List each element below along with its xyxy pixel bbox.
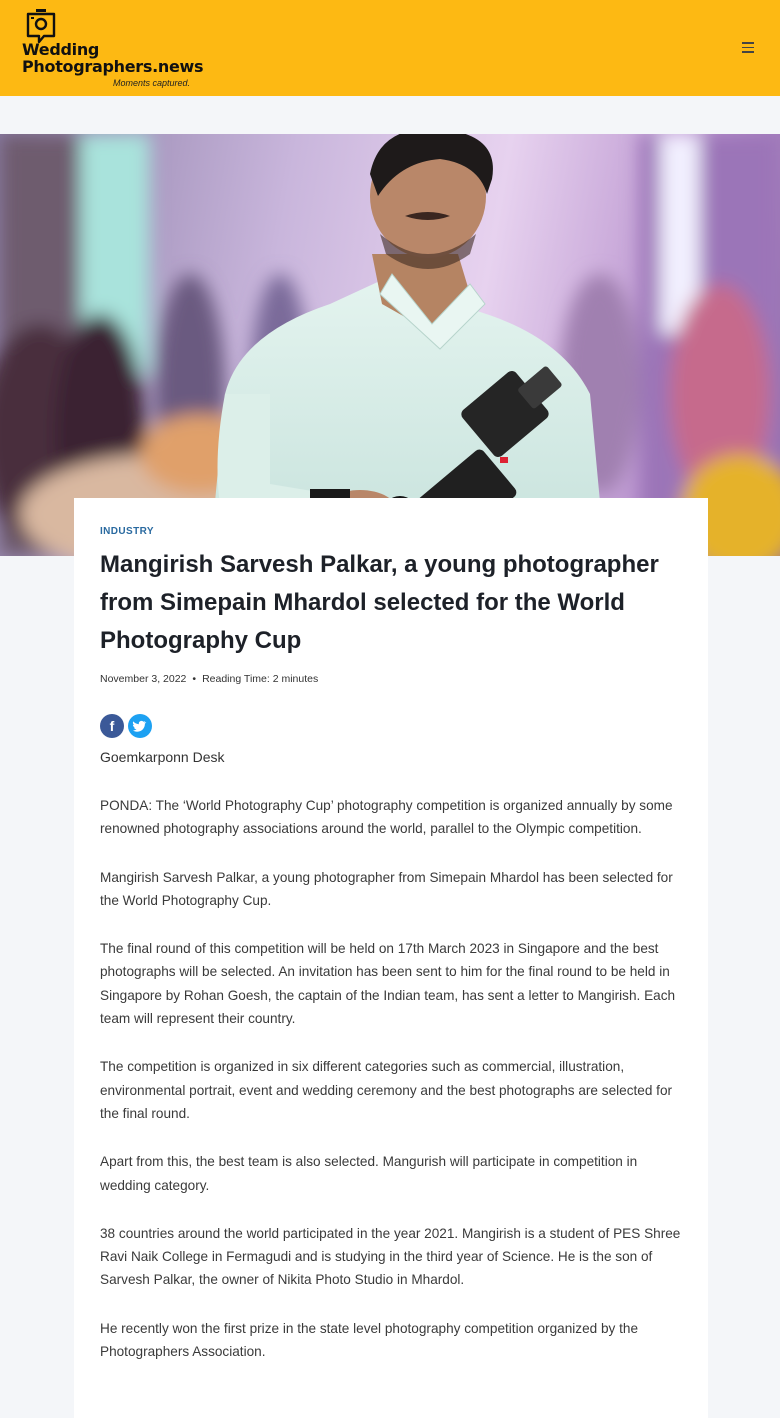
article-title: Mangirish Sarvesh Palkar, a young photog… bbox=[100, 551, 659, 654]
article-paragraph: Apart from this, the best team is also s… bbox=[100, 1154, 638, 1193]
twitter-bird-icon bbox=[132, 720, 147, 732]
photographer-with-camera-photo bbox=[0, 134, 780, 556]
article-paragraph: PONDA: The ‘World Photography Cup’ photo… bbox=[100, 798, 673, 837]
site-header: Wedding Photographers.news Moments captu… bbox=[0, 0, 780, 96]
article-paragraph: The final round of this competition will… bbox=[100, 941, 676, 1027]
logo-tagline: Moments captured. bbox=[113, 78, 191, 88]
article-body: PONDA: The ‘World Photography Cup’ photo… bbox=[100, 794, 686, 1388]
reading-time: Reading Time: 2 minutes bbox=[202, 673, 319, 685]
twitter-icon[interactable] bbox=[128, 714, 152, 738]
article-author: Goemkarponn Desk bbox=[100, 749, 225, 765]
category-link[interactable]: INDUSTRY bbox=[100, 526, 154, 537]
article-card: INDUSTRY Mangirish Sarvesh Palkar, a you… bbox=[74, 498, 708, 1418]
article-paragraph: The competition is organized in six diff… bbox=[100, 1059, 673, 1121]
hero-image bbox=[0, 134, 780, 556]
article-paragraph: 38 countries around the world participat… bbox=[100, 1225, 681, 1288]
site-logo[interactable]: Wedding Photographers.news Moments captu… bbox=[22, 8, 222, 90]
article-paragraph: Mangirish Sarvesh Palkar, a young photog… bbox=[100, 869, 673, 908]
article-paragraph: He recently won the first prize in the s… bbox=[100, 1320, 639, 1360]
logo-title-line2: Photographers.news bbox=[22, 57, 204, 76]
hamburger-menu-icon[interactable] bbox=[736, 36, 760, 58]
post-date: November 3, 2022 bbox=[100, 673, 187, 685]
article-meta: November 3, 2022 • Reading Time: 2 minutes bbox=[100, 673, 318, 685]
facebook-icon[interactable]: f bbox=[100, 714, 124, 738]
meta-separator: • bbox=[192, 673, 197, 685]
